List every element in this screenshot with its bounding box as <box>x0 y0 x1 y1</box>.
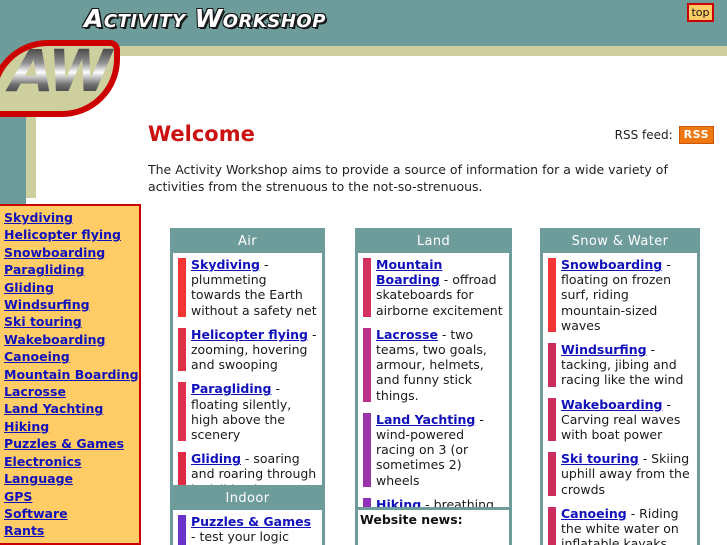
panel-land-title: Land <box>358 231 509 253</box>
activity-entry: Wakeboarding - Carving real waves with b… <box>548 397 692 443</box>
activity-link-ski-touring[interactable]: Ski touring <box>561 451 639 466</box>
sidebar-item-electronics[interactable]: Electronics <box>4 453 139 470</box>
sidebar-item-land-yachting[interactable]: Land Yachting <box>4 400 139 417</box>
sidebar-item-puzzles-games[interactable]: Puzzles & Games <box>4 435 139 452</box>
sidebar-item-language[interactable]: Language <box>4 470 139 487</box>
activity-link-gliding[interactable]: Gliding <box>191 451 241 466</box>
sidebar-item-wakeboarding[interactable]: Wakeboarding <box>4 331 139 348</box>
sidebar-item-paragliding[interactable]: Paragliding <box>4 261 139 278</box>
panel-indoor-title: Indoor <box>173 488 322 510</box>
entry-color-bar <box>178 515 186 545</box>
logo-monogram: AW <box>0 46 114 105</box>
intro-paragraph: The Activity Workshop aims to provide a … <box>148 162 668 194</box>
activity-description: - test your logic skills or test <box>191 529 289 545</box>
activity-link-canoeing[interactable]: Canoeing <box>561 506 627 521</box>
page-title: Welcome <box>148 122 255 146</box>
entry-color-bar <box>363 412 371 487</box>
entry-color-bar <box>548 397 556 442</box>
panel-indoor-body: Puzzles & Games - test your logic skills… <box>173 510 322 545</box>
activity-entry: Mountain Boarding - offroad skateboards … <box>363 257 504 318</box>
sidebar-item-ski-touring[interactable]: Ski touring <box>4 313 139 330</box>
activity-entry: Canoeing - Riding the white water on inf… <box>548 506 692 545</box>
activity-link-mountain-boarding[interactable]: Mountain Boarding <box>376 257 442 287</box>
website-news-title: Website news: <box>360 512 463 527</box>
sidebar-item-snowboarding[interactable]: Snowboarding <box>4 244 139 261</box>
top-button[interactable]: top <box>687 3 714 22</box>
activity-link-puzzles-games[interactable]: Puzzles & Games <box>191 514 311 529</box>
sidebar-item-software[interactable]: Software <box>4 505 139 522</box>
entry-color-bar <box>548 258 556 333</box>
activity-link-windsurfing[interactable]: Windsurfing <box>561 342 647 357</box>
panel-air-title: Air <box>173 231 322 253</box>
activity-entry: Lacrosse - two teams, two goals, armour,… <box>363 327 504 403</box>
activity-link-lacrosse[interactable]: Lacrosse <box>376 327 438 342</box>
rss-badge[interactable]: RSS <box>678 126 714 144</box>
khaki-band <box>26 46 727 56</box>
page-root: Activity Workshop top AW Welcome RSS fee… <box>0 0 727 545</box>
activity-entry: Puzzles & Games - test your logic skills… <box>178 514 317 545</box>
entry-color-bar <box>548 452 556 496</box>
site-title: Activity Workshop <box>84 4 326 33</box>
entry-color-bar <box>363 327 371 402</box>
entry-color-bar <box>548 343 556 387</box>
sidebar-item-lacrosse[interactable]: Lacrosse <box>4 383 139 400</box>
activity-entry: Skydiving - plummeting towards the Earth… <box>178 257 317 318</box>
panel-land-body: Mountain Boarding - offroad skateboards … <box>358 253 509 545</box>
activity-entry: Windsurfing - tacking, jibing and racing… <box>548 342 692 388</box>
activity-link-paragliding[interactable]: Paragliding <box>191 381 271 396</box>
activity-entry: Land Yachting - wind-powered racing on 3… <box>363 412 504 488</box>
activity-entry: Helicopter flying - zooming, hovering an… <box>178 327 317 373</box>
rss-label: RSS feed: <box>614 128 673 142</box>
sidebar-item-windsurfing[interactable]: Windsurfing <box>4 296 139 313</box>
activity-entry: Paragliding - floating silently, high ab… <box>178 381 317 442</box>
entry-color-bar <box>178 327 186 372</box>
entry-color-bar <box>178 382 186 442</box>
panel-indoor: Indoor Puzzles & Games - test your logic… <box>170 485 325 545</box>
panel-air-body: Skydiving - plummeting towards the Earth… <box>173 253 322 504</box>
entry-color-bar <box>178 258 186 317</box>
panel-snow-water: Snow & Water Snowboarding - floating on … <box>540 228 700 545</box>
sidebar-item-gliding[interactable]: Gliding <box>4 279 139 296</box>
sidebar-item-canoeing[interactable]: Canoeing <box>4 348 139 365</box>
activity-link-skydiving[interactable]: Skydiving <box>191 257 260 272</box>
panel-land: Land Mountain Boarding - offroad skatebo… <box>355 228 512 545</box>
sidebar-item-skydiving[interactable]: Skydiving <box>4 209 139 226</box>
panel-website-news: Website news: <box>355 507 512 545</box>
sidebar-item-hiking[interactable]: Hiking <box>4 418 139 435</box>
panel-snow-water-title: Snow & Water <box>543 231 697 253</box>
sidebar-item-helicopter-flying[interactable]: Helicopter flying <box>4 226 139 243</box>
activity-link-land-yachting[interactable]: Land Yachting <box>376 412 475 427</box>
sidebar-item-gps[interactable]: GPS <box>4 488 139 505</box>
entry-color-bar <box>363 258 371 317</box>
activity-entry: Snowboarding - floating on frozen surf, … <box>548 257 692 333</box>
activity-entry: Ski touring - Skiing uphill away from th… <box>548 451 692 497</box>
sidebar-item-mountain-boarding[interactable]: Mountain Boarding <box>4 366 139 383</box>
activity-link-helicopter-flying[interactable]: Helicopter flying <box>191 327 308 342</box>
activity-link-snowboarding[interactable]: Snowboarding <box>561 257 662 272</box>
sidebar-item-rants[interactable]: Rants <box>4 522 139 539</box>
rss-feed-row: RSS feed: RSS <box>615 126 714 144</box>
sidebar-nav: Skydiving Helicopter flying Snowboarding Pa… <box>0 204 141 545</box>
site-logo[interactable]: AW <box>0 40 120 117</box>
entry-color-bar <box>548 506 556 545</box>
panel-snow-water-body: Snowboarding - floating on frozen surf, … <box>543 253 697 545</box>
panel-air: Air Skydiving - plummeting towards the E… <box>170 228 325 507</box>
activity-link-wakeboarding[interactable]: Wakeboarding <box>561 397 662 412</box>
